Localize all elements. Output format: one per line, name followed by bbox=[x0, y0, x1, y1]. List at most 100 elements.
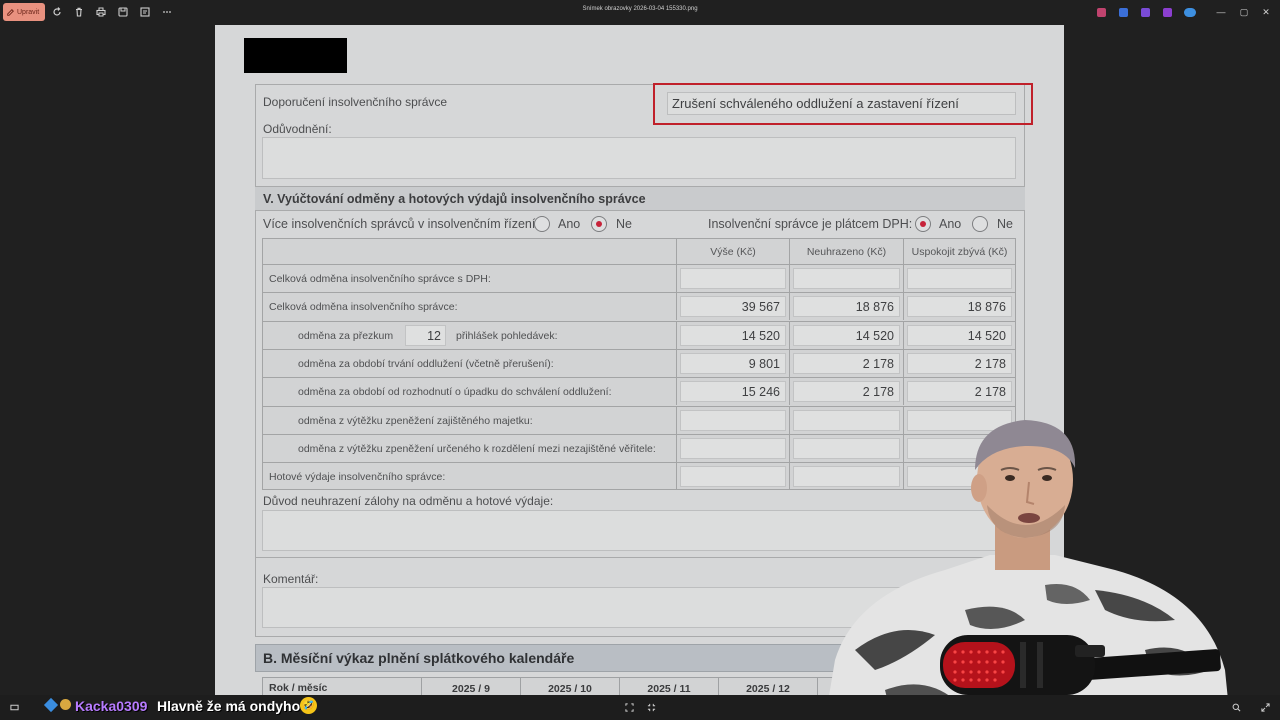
installment-month-header: 2025 / 11 bbox=[619, 678, 718, 695]
app-icon-video[interactable] bbox=[1163, 8, 1172, 17]
photo-viewer-window: Upravit Snímek obrazovky 2026-03-04 1553… bbox=[0, 0, 1280, 720]
installment-first-header: Rok / měsíc bbox=[269, 682, 328, 694]
review-count-input[interactable]: 12 bbox=[405, 325, 446, 346]
chat-username: Kacka0309 bbox=[75, 698, 148, 714]
table-row: odměna za období trvání oddlužení (včetn… bbox=[263, 349, 1015, 377]
table-cell bbox=[676, 265, 789, 292]
unpaid-value-field[interactable]: 14 520 bbox=[793, 325, 900, 346]
actual-size-icon[interactable] bbox=[645, 701, 657, 713]
red-highlight-frame bbox=[653, 83, 1033, 125]
remaining-value-field[interactable]: 14 520 bbox=[907, 325, 1012, 346]
multi-admin-yes-label: Ano bbox=[558, 217, 581, 231]
table-cell bbox=[903, 265, 1015, 292]
table-row: odměna za přezkum 12 přihlášek pohledávek:… bbox=[263, 321, 1015, 349]
filmstrip-icon[interactable] bbox=[8, 701, 20, 713]
table-cell: 14 520 bbox=[676, 322, 789, 349]
unpaid-value-field[interactable] bbox=[793, 268, 900, 289]
vat-no-radio[interactable] bbox=[972, 216, 988, 232]
table-cell: 9 801 bbox=[676, 350, 789, 377]
table-cell bbox=[676, 407, 789, 434]
section-v-title: V. Vyúčtování odměny a hotových výdajů i… bbox=[263, 191, 646, 206]
amount-value-field[interactable]: 14 520 bbox=[680, 325, 786, 346]
row-label: odměna za přezkum bbox=[298, 330, 394, 342]
vat-payer-label: Insolvenční správce je plátcem DPH: bbox=[708, 217, 913, 231]
row-label-suffix: přihlášek pohledávek: bbox=[456, 330, 558, 342]
table-row: Celková odměna insolvenčního správce s D… bbox=[263, 264, 1015, 292]
table-cell: 2 178 bbox=[789, 350, 903, 377]
section-b-title: B. Měsíční výkaz plnění splátkového kale… bbox=[263, 650, 575, 666]
table-cell: 15 246 bbox=[676, 378, 789, 405]
reason-label: Odůvodnění: bbox=[263, 122, 332, 136]
bottom-bar: Kacka0309 Hlavně že má ondyho 🤣 bbox=[0, 695, 1280, 720]
radio-selected-dot bbox=[596, 221, 602, 227]
maximize-button[interactable]: ▢ bbox=[1237, 5, 1251, 19]
recommend-label: Doporučení insolvenčního správce bbox=[263, 95, 448, 109]
table-cell: 18 876 bbox=[903, 293, 1015, 320]
amount-value-field[interactable]: 9 801 bbox=[680, 353, 786, 374]
amount-value-field[interactable] bbox=[680, 466, 786, 487]
table-cell bbox=[789, 265, 903, 292]
remaining-value-field[interactable] bbox=[907, 268, 1012, 289]
chat-badge-icon bbox=[60, 699, 71, 710]
top-toolbar: Upravit Snímek obrazovky 2026-03-04 1553… bbox=[0, 0, 1280, 24]
col-header-unpaid: Neuhrazeno (Kč) bbox=[789, 239, 903, 264]
fit-to-window-icon[interactable] bbox=[623, 701, 635, 713]
unpaid-value-field[interactable]: 2 178 bbox=[793, 353, 900, 374]
row-label: odměna z výtěžku zpeněžení určeného k ro… bbox=[298, 443, 656, 455]
table-row: odměna za období od rozhodnutí o úpadku … bbox=[263, 377, 1015, 405]
remaining-value-field[interactable]: 2 178 bbox=[907, 381, 1012, 402]
col-header-remaining: Uspokojit zbývá (Kč) bbox=[903, 239, 1015, 264]
laughing-emoji-icon: 🤣 bbox=[300, 697, 317, 714]
table-cell: 2 178 bbox=[903, 378, 1015, 405]
close-button[interactable]: ✕ bbox=[1259, 5, 1273, 19]
table-cell: 14 520 bbox=[903, 322, 1015, 349]
chat-message: Hlavně že má ondyho bbox=[157, 698, 301, 714]
col-header-amount: Výše (Kč) bbox=[676, 239, 789, 264]
table-cell bbox=[676, 435, 789, 462]
reason-textarea[interactable] bbox=[262, 137, 1016, 179]
expand-icon[interactable] bbox=[1259, 701, 1271, 713]
amount-value-field[interactable] bbox=[680, 410, 786, 431]
row-label: odměna z výtěžku zpeněžení zajištěného m… bbox=[298, 415, 533, 427]
remaining-value-field[interactable]: 18 876 bbox=[907, 296, 1012, 317]
amount-value-field[interactable] bbox=[680, 268, 786, 289]
unpaid-reason-label: Důvod neuhrazení zálohy na odměnu a hoto… bbox=[263, 494, 554, 508]
installment-month-header: 2025 / 9 bbox=[421, 678, 520, 695]
installment-month-header: 2025 / 10 bbox=[520, 678, 619, 695]
table-row: Celková odměna insolvenčního správce: 39 … bbox=[263, 292, 1015, 320]
zoom-in-icon[interactable] bbox=[1230, 701, 1242, 713]
row-label: odměna za období trvání oddlužení (včetn… bbox=[298, 358, 554, 370]
multi-admin-no-radio[interactable] bbox=[591, 216, 607, 232]
vat-yes-label: Ano bbox=[939, 217, 962, 231]
row-label: odměna za období od rozhodnutí o úpadku … bbox=[298, 386, 612, 398]
vat-yes-radio[interactable] bbox=[915, 216, 931, 232]
unpaid-value-field[interactable]: 2 178 bbox=[793, 381, 900, 402]
installment-month-header: 2025 / 12 bbox=[718, 678, 817, 695]
multi-admin-no-label: Ne bbox=[616, 217, 632, 231]
table-cell: 14 520 bbox=[789, 322, 903, 349]
row-label: Celková odměna insolvenčního správce: bbox=[269, 301, 458, 313]
table-cell: 39 567 bbox=[676, 293, 789, 320]
table-cell: 2 178 bbox=[789, 378, 903, 405]
table-cell: 18 876 bbox=[789, 293, 903, 320]
section-v-header: V. Vyúčtování odměny a hotových výdajů i… bbox=[255, 186, 1025, 211]
row-label: Celková odměna insolvenčního správce s D… bbox=[269, 273, 491, 285]
vat-no-label: Ne bbox=[997, 217, 1013, 231]
amount-value-field[interactable]: 39 567 bbox=[680, 296, 786, 317]
unpaid-value-field[interactable]: 18 876 bbox=[793, 296, 900, 317]
app-icon-editor[interactable] bbox=[1119, 8, 1128, 17]
table-cell: 2 178 bbox=[903, 350, 1015, 377]
multi-admin-yes-radio[interactable] bbox=[534, 216, 550, 232]
amount-value-field[interactable] bbox=[680, 438, 786, 459]
chat-badge-icon bbox=[43, 697, 59, 713]
amount-value-field[interactable]: 15 246 bbox=[680, 381, 786, 402]
minimize-button[interactable]: — bbox=[1214, 5, 1228, 19]
radio-selected-dot bbox=[920, 221, 926, 227]
app-icon-clipchamp[interactable] bbox=[1141, 8, 1150, 17]
comment-label: Komentář: bbox=[263, 572, 319, 586]
redaction-box bbox=[244, 38, 347, 73]
webcam-overlay bbox=[815, 420, 1235, 720]
app-icon-people[interactable] bbox=[1097, 8, 1106, 17]
onedrive-icon[interactable] bbox=[1184, 8, 1196, 17]
remaining-value-field[interactable]: 2 178 bbox=[907, 353, 1012, 374]
